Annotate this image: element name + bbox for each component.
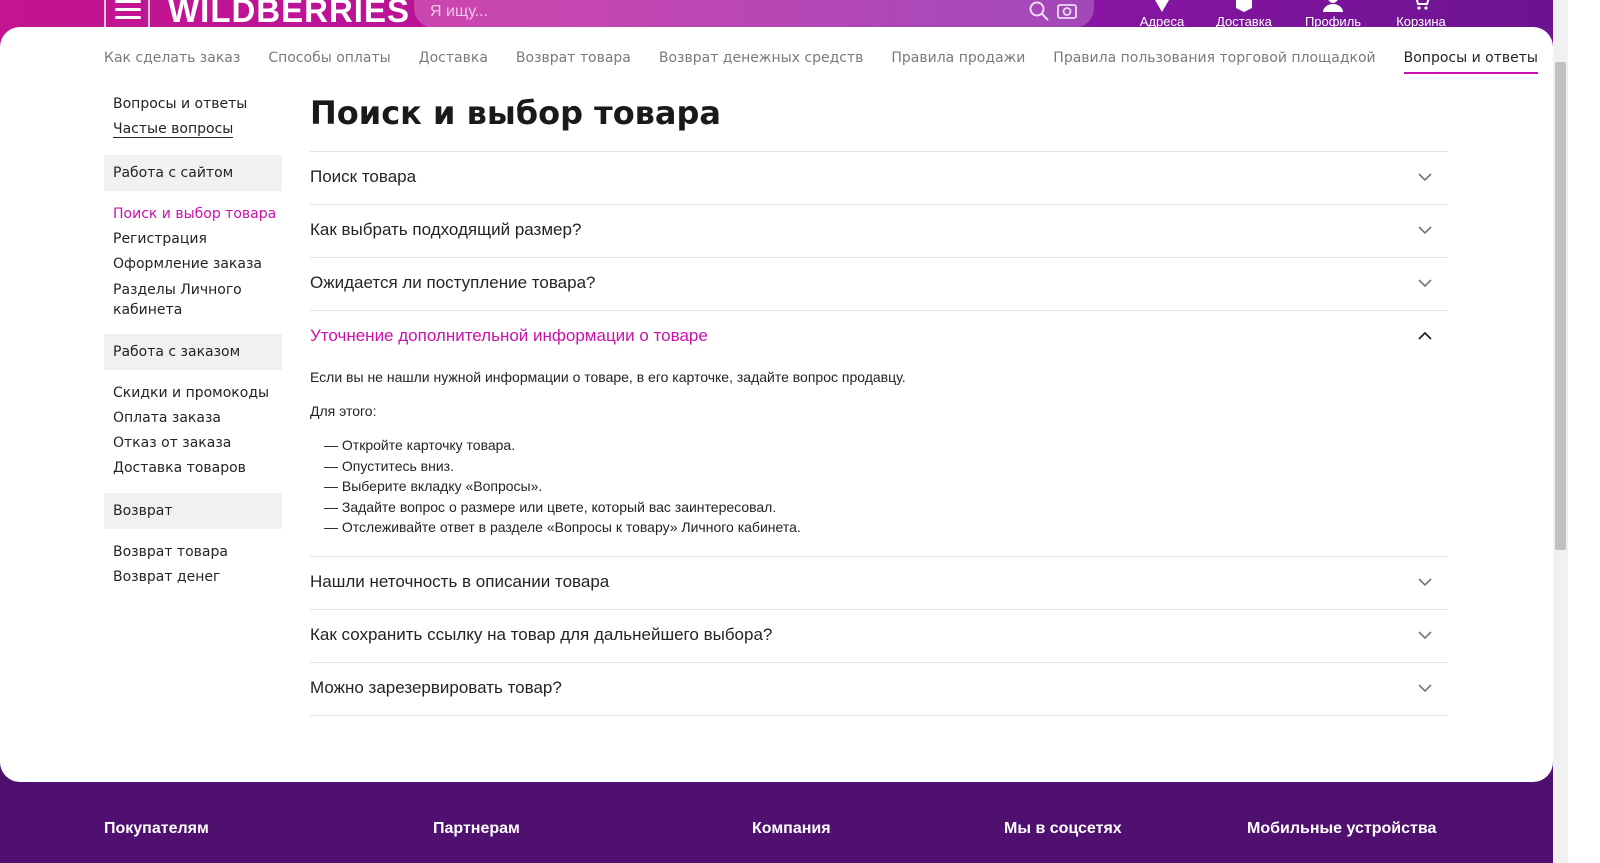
sidebar-group-order[interactable]: Работа с заказом xyxy=(104,334,282,370)
footer-col-mobile[interactable]: Мобильные устройства xyxy=(1247,820,1436,838)
faq-question: Можно зарезервировать товар? xyxy=(310,677,562,697)
chevron-up-icon xyxy=(1418,331,1432,340)
camera-icon[interactable] xyxy=(1056,0,1078,22)
search-bar xyxy=(414,0,1094,28)
sidebar: Вопросы и ответы Частые вопросы Работа с… xyxy=(104,92,282,590)
main-content: Поиск и выбор товара Поиск товара Как вы… xyxy=(310,92,1448,716)
faq-question: Как выбрать подходящий размер? xyxy=(310,220,582,239)
header-cart[interactable]: Корзина xyxy=(1381,0,1461,30)
tab-refund[interactable]: Возврат денежных средств xyxy=(659,50,864,74)
search-icon[interactable] xyxy=(1028,0,1050,22)
faq-list: Поиск товара Как выбрать подходящий разм… xyxy=(310,151,1448,716)
sidebar-link-frequent[interactable]: Частые вопросы xyxy=(104,117,282,142)
sidebar-link-label: Вопросы и ответы xyxy=(113,96,248,112)
sidebar-group-return[interactable]: Возврат xyxy=(104,493,282,529)
sidebar-item-registration[interactable]: Регистрация xyxy=(104,227,282,252)
sidebar-item-return-money[interactable]: Возврат денег xyxy=(104,565,282,590)
faq-open-header[interactable]: Уточнение дополнительной информации о то… xyxy=(310,311,1448,367)
tab-faq[interactable]: Вопросы и ответы xyxy=(1403,50,1538,74)
footer: Покупателям Партнерам Компания Мы в соцс… xyxy=(0,782,1553,863)
chevron-down-icon xyxy=(1418,683,1432,692)
tab-sale-rules[interactable]: Правила продажи xyxy=(891,50,1025,74)
faq-item-open: Уточнение дополнительной информации о то… xyxy=(310,311,1448,557)
header-addresses[interactable]: Адреса xyxy=(1122,0,1202,30)
answer-step: — Задайте вопрос о размере или цвете, ко… xyxy=(324,498,777,515)
tab-how-to-order[interactable]: Как сделать заказ xyxy=(104,50,240,74)
faq-item[interactable]: Можно зарезервировать товар? xyxy=(310,663,1448,716)
faq-item[interactable]: Как выбрать подходящий размер? xyxy=(310,205,1448,258)
answer-steps: — Откройте карточку товара. — Опуститесь… xyxy=(310,435,1448,538)
sidebar-item-cancel[interactable]: Отказ от заказа xyxy=(104,431,282,456)
tab-payment-methods[interactable]: Способы оплаты xyxy=(268,50,390,74)
chevron-down-icon xyxy=(1418,577,1432,586)
footer-col-buyers[interactable]: Покупателям xyxy=(104,820,209,838)
faq-item[interactable]: Ожидается ли поступление товара? xyxy=(310,258,1448,311)
info-tabs: Как сделать заказ Способы оплаты Доставк… xyxy=(104,50,1566,74)
sidebar-item-discounts[interactable]: Скидки и промокоды xyxy=(104,381,282,406)
faq-question: Уточнение дополнительной информации о то… xyxy=(310,326,708,345)
sidebar-item-payment[interactable]: Оплата заказа xyxy=(104,406,282,431)
sidebar-item-return-goods[interactable]: Возврат товара xyxy=(104,540,282,565)
faq-answer: Если вы не нашли нужной информации о тов… xyxy=(310,367,1448,538)
sidebar-item-search[interactable]: Поиск и выбор товара xyxy=(104,202,282,227)
cart-icon xyxy=(1415,0,1430,10)
footer-col-partners[interactable]: Партнерам xyxy=(433,820,520,838)
footer-col-social[interactable]: Мы в соцсетях xyxy=(1004,820,1122,838)
sidebar-link-faq[interactable]: Вопросы и ответы xyxy=(104,92,282,117)
profile-icon xyxy=(1323,0,1343,12)
answer-step: — Отслеживайте ответ в разделе «Вопросы … xyxy=(324,519,801,535)
answer-paragraph: Для этого: xyxy=(310,403,377,419)
faq-question: Как сохранить ссылку на товар для дальне… xyxy=(310,624,773,644)
sidebar-item-account-sections[interactable]: Разделы Личного кабинета xyxy=(104,277,282,322)
answer-paragraph: Если вы не нашли нужной информации о тов… xyxy=(310,369,906,385)
chevron-down-icon xyxy=(1418,226,1432,235)
chevron-down-icon xyxy=(1418,173,1432,182)
page-scrollbar[interactable] xyxy=(1553,0,1568,863)
faq-question: Ожидается ли поступление товара? xyxy=(310,273,596,292)
sidebar-link-label: Частые вопросы xyxy=(113,121,234,138)
search-input[interactable] xyxy=(414,0,994,24)
footer-col-company[interactable]: Компания xyxy=(752,820,831,838)
header-delivery[interactable]: Доставка xyxy=(1204,0,1284,30)
chevron-down-icon xyxy=(1418,630,1432,639)
page-title: Поиск и выбор товара xyxy=(310,94,722,132)
logo[interactable]: WILDBERRIES xyxy=(168,0,410,30)
answer-step: — Опуститесь вниз. xyxy=(324,457,454,474)
header-profile[interactable]: Профиль xyxy=(1293,0,1373,30)
tab-delivery[interactable]: Доставка xyxy=(419,50,488,74)
tab-return-goods[interactable]: Возврат товара xyxy=(516,50,631,74)
faq-question: Поиск товара xyxy=(310,167,417,186)
answer-step: — Выберите вкладку «Вопросы». xyxy=(324,478,543,494)
tab-marketplace-rules[interactable]: Правила пользования торговой площадкой xyxy=(1053,50,1375,74)
chevron-down-icon xyxy=(1418,279,1432,288)
sidebar-group-site[interactable]: Работа с сайтом xyxy=(104,155,282,191)
sidebar-item-delivery[interactable]: Доставка товаров xyxy=(104,456,282,481)
answer-step: — Откройте карточку товара. xyxy=(324,437,516,453)
box-icon xyxy=(1236,0,1252,12)
faq-item[interactable]: Поиск товара xyxy=(310,152,1448,205)
faq-item[interactable]: Нашли неточность в описании товара xyxy=(310,557,1448,610)
faq-item[interactable]: Как сохранить ссылку на товар для дальне… xyxy=(310,610,1448,663)
scrollbar-thumb[interactable] xyxy=(1555,62,1566,550)
faq-question: Нашли неточность в описании товара xyxy=(310,571,610,591)
location-pin-icon xyxy=(1155,0,1169,12)
sidebar-item-checkout[interactable]: Оформление заказа xyxy=(104,252,282,277)
window-edge xyxy=(1568,0,1600,863)
